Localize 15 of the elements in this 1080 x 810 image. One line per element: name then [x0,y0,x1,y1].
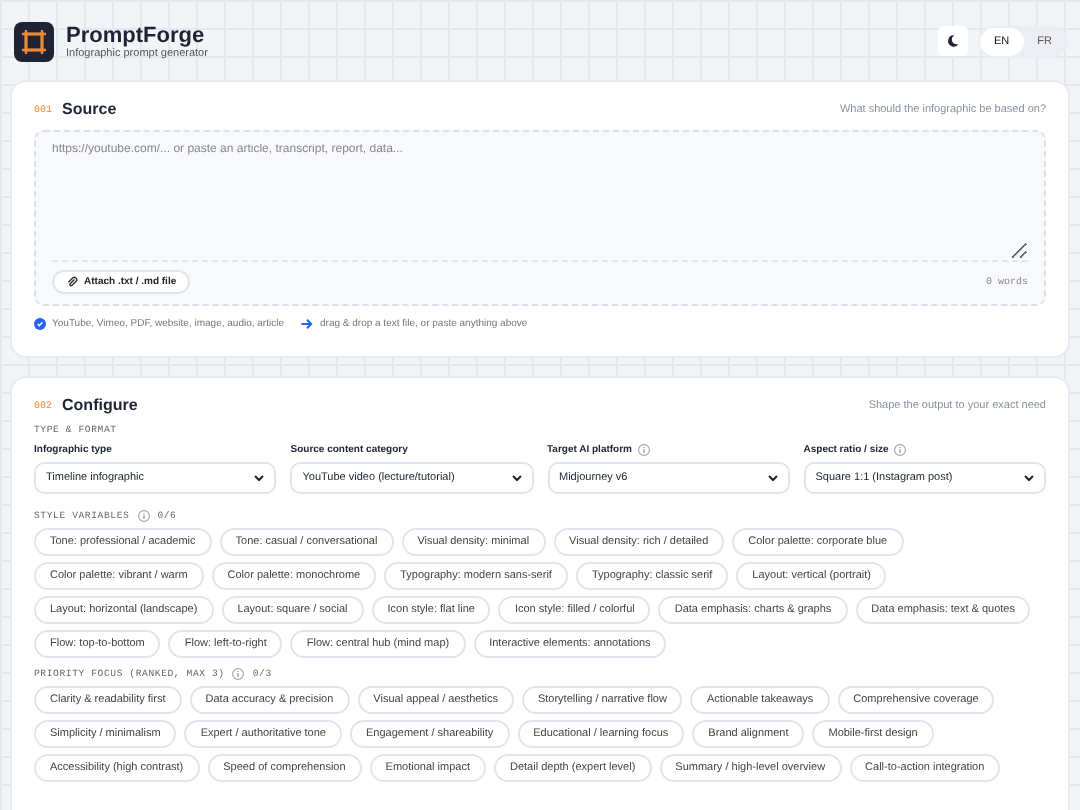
chevron-down-icon [254,474,265,482]
chevron-down-icon [1024,474,1034,482]
arrow-right-icon [300,318,314,330]
chevron-down-icon [767,474,778,482]
section-title: Configure [62,396,138,414]
chevron-down-icon [511,474,521,482]
check-circle-icon [34,318,46,330]
info-icon [137,510,150,522]
logo-icon [14,21,54,61]
dark-mode-button[interactable] [938,26,969,56]
info-icon [232,668,245,680]
paperclip-icon [66,276,78,288]
moon-icon [946,34,961,48]
app-title: PromptForge [66,23,207,47]
section-title: Source [62,100,117,118]
